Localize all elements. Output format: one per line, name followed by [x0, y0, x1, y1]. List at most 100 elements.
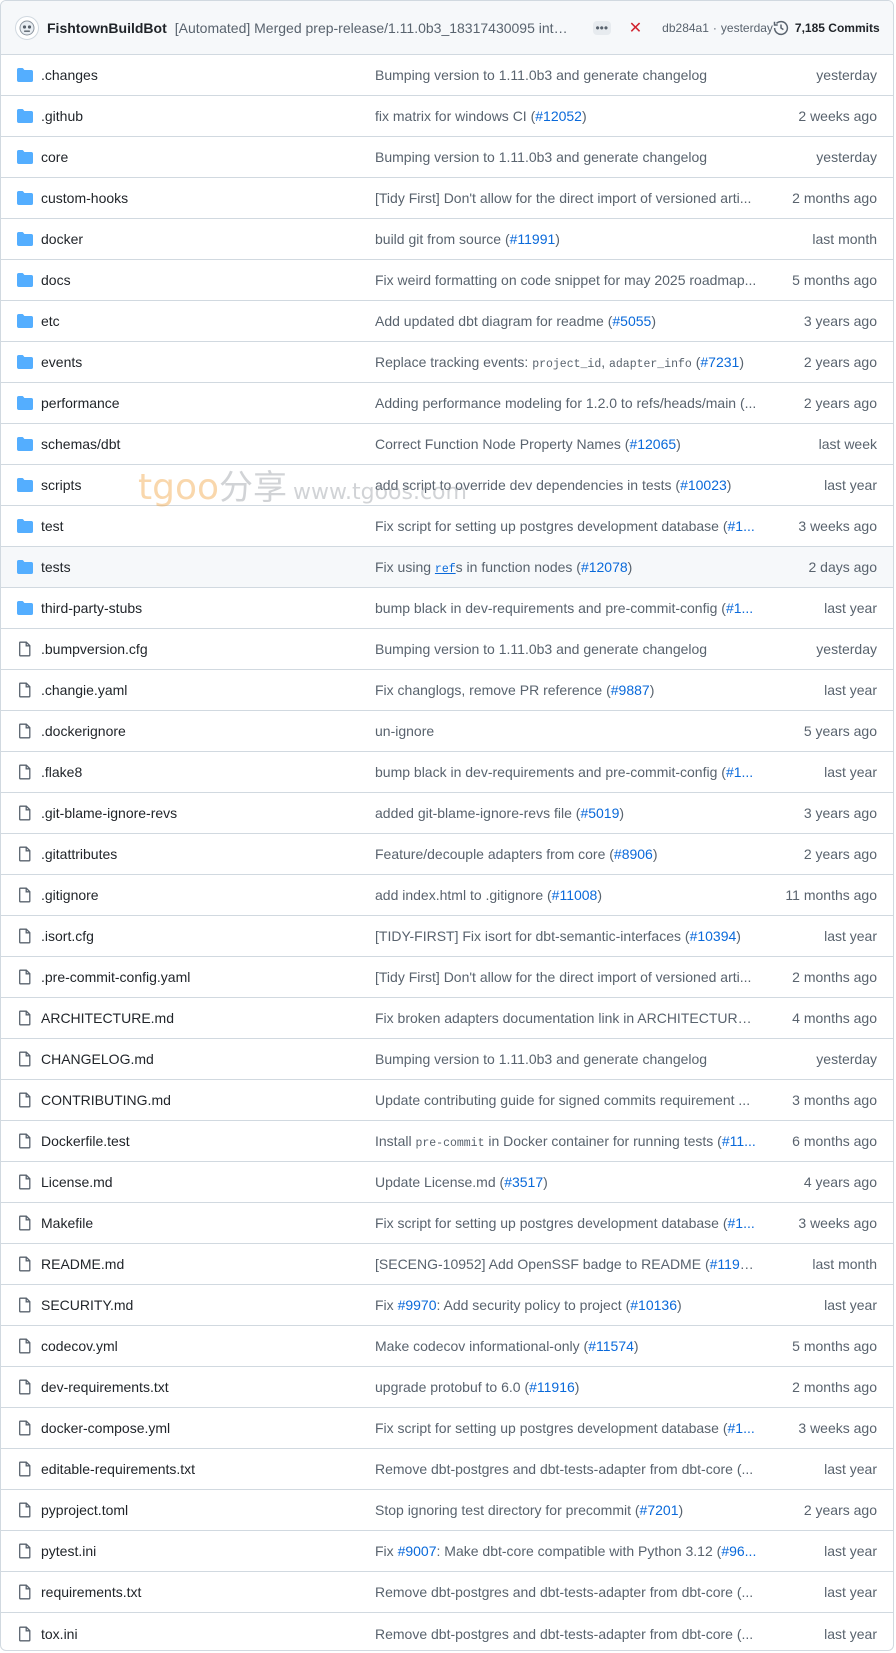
pr-link[interactable]: #1... [726, 764, 753, 780]
last-commit-message[interactable]: Remove dbt-postgres and dbt-tests-adapte… [375, 1461, 758, 1477]
last-commit-message[interactable]: [TIDY-FIRST] Fix isort for dbt-semantic-… [375, 928, 758, 944]
file-row[interactable]: editable-requirements.txt Remove dbt-post… [1, 1449, 893, 1490]
directory-row[interactable]: custom-hooks [Tidy First] Don't allow for… [1, 178, 893, 219]
last-commit-message[interactable]: [Tidy First] Don't allow for the direct … [375, 190, 758, 206]
directory-row[interactable]: .github fix matrix for windows CI (#12052… [1, 96, 893, 137]
last-commit-message[interactable]: [SECENG-10952] Add OpenSSF badge to READ… [375, 1256, 758, 1272]
file-row[interactable]: .isort.cfg [TIDY-FIRST] Fix isort for dbt… [1, 916, 893, 957]
last-commit-message[interactable]: fix matrix for windows CI (#12052) [375, 108, 758, 124]
item-name-link[interactable]: scripts [41, 477, 375, 493]
item-name-link[interactable]: CONTRIBUTING.md [41, 1092, 375, 1108]
item-name-link[interactable]: codecov.yml [41, 1338, 375, 1354]
file-row[interactable]: Dockerfile.test Install pre-commit in Doc… [1, 1121, 893, 1162]
pr-link[interactable]: #7231 [700, 354, 739, 370]
pr-link[interactable]: #5055 [612, 313, 651, 329]
item-name-link[interactable]: docker [41, 231, 375, 247]
item-name-link[interactable]: tests [41, 559, 375, 575]
pr-link[interactable]: #12078 [581, 559, 628, 575]
last-commit-message[interactable]: Adding performance modeling for 1.2.0 to… [375, 395, 758, 411]
file-row[interactable]: .gitignore add index.html to .gitignore (… [1, 875, 893, 916]
item-name-link[interactable]: .dockerignore [41, 723, 375, 739]
last-commit-message[interactable]: bump black in dev-requirements and pre-c… [375, 764, 758, 780]
last-commit-message[interactable]: Fix weird formatting on code snippet for… [375, 272, 758, 288]
file-row[interactable]: .changie.yaml Fix changlogs, remove PR re… [1, 670, 893, 711]
file-row[interactable]: pytest.ini Fix #9007: Make dbt-core compa… [1, 1531, 893, 1572]
directory-row[interactable]: tests Fix using refs in function nodes (#… [1, 547, 893, 588]
item-name-link[interactable]: dev-requirements.txt [41, 1379, 375, 1395]
file-row[interactable]: tox.ini Remove dbt-postgres and dbt-tests… [1, 1613, 893, 1650]
pr-link[interactable]: #96... [721, 1543, 756, 1559]
commit-sha[interactable]: db284a1 [662, 21, 709, 35]
directory-row[interactable]: etc Add updated dbt diagram for readme (#… [1, 301, 893, 342]
pr-link[interactable]: #11991 [510, 231, 556, 247]
last-commit-message[interactable]: Fix script for setting up postgres devel… [375, 1420, 758, 1436]
last-commit-message[interactable]: Update contributing guide for signed com… [375, 1092, 758, 1108]
file-row[interactable]: CONTRIBUTING.md Update contributing guide… [1, 1080, 893, 1121]
item-name-link[interactable]: third-party-stubs [41, 600, 375, 616]
last-commit-message[interactable]: Fix #9007: Make dbt-core compatible with… [375, 1543, 758, 1559]
avatar[interactable] [15, 15, 39, 40]
last-commit-message[interactable]: Fix using refs in function nodes (#12078… [375, 559, 758, 576]
pr-link[interactable]: #11574 [588, 1338, 634, 1354]
pr-link[interactable]: #10394 [690, 928, 737, 944]
item-name-link[interactable]: performance [41, 395, 375, 411]
pr-link[interactable]: #10023 [680, 477, 727, 493]
file-row[interactable]: .dockerignore un-ignore 5 years ago [1, 711, 893, 752]
last-commit-message[interactable]: Bumping version to 1.11.0b3 and generate… [375, 641, 758, 657]
item-name-link[interactable]: .isort.cfg [41, 928, 375, 944]
item-name-link[interactable]: tox.ini [41, 1626, 375, 1642]
commit-author[interactable]: FishtownBuildBot [47, 20, 167, 36]
item-name-link[interactable]: events [41, 354, 375, 370]
item-name-link[interactable]: ARCHITECTURE.md [41, 1010, 375, 1026]
pr-link[interactable]: #5019 [580, 805, 619, 821]
pr-link[interactable]: #10136 [630, 1297, 677, 1313]
x-icon[interactable]: ✕ [629, 18, 642, 38]
item-name-link[interactable]: .gitattributes [41, 846, 375, 862]
commit-message[interactable]: [Automated] Merged prep-release/1.11.0b3… [175, 20, 575, 36]
item-name-link[interactable]: CHANGELOG.md [41, 1051, 375, 1067]
item-name-link[interactable]: custom-hooks [41, 190, 375, 206]
file-row[interactable]: .flake8 bump black in dev-requirements an… [1, 752, 893, 793]
last-commit-message[interactable]: Update License.md (#3517) [375, 1174, 758, 1190]
file-row[interactable]: .pre-commit-config.yaml [Tidy First] Don'… [1, 957, 893, 998]
file-row[interactable]: SECURITY.md Fix #9970: Add security polic… [1, 1285, 893, 1326]
last-commit-message[interactable]: Add updated dbt diagram for readme (#505… [375, 313, 758, 329]
last-commit-message[interactable]: add index.html to .gitignore (#11008) [375, 887, 758, 903]
item-name-link[interactable]: .github [41, 108, 375, 124]
file-row[interactable]: dev-requirements.txt upgrade protobuf to … [1, 1367, 893, 1408]
file-row[interactable]: ARCHITECTURE.md Fix broken adapters docum… [1, 998, 893, 1039]
item-name-link[interactable]: docker-compose.yml [41, 1420, 375, 1436]
item-name-link[interactable]: pyproject.toml [41, 1502, 375, 1518]
last-commit-message[interactable]: Fix changlogs, remove PR reference (#988… [375, 682, 758, 698]
file-row[interactable]: requirements.txt Remove dbt-postgres and … [1, 1572, 893, 1613]
last-commit-message[interactable]: added git-blame-ignore-revs file (#5019) [375, 805, 758, 821]
last-commit-message[interactable]: Bumping version to 1.11.0b3 and generate… [375, 149, 758, 165]
item-name-link[interactable]: requirements.txt [41, 1584, 375, 1600]
item-name-link[interactable]: README.md [41, 1256, 375, 1272]
last-commit-message[interactable]: Replace tracking events: project_id, ada… [375, 354, 758, 371]
file-row[interactable]: Makefile Fix script for setting up postgr… [1, 1203, 893, 1244]
directory-row[interactable]: third-party-stubs bump black in dev-requi… [1, 588, 893, 629]
pr-link[interactable]: #9887 [611, 682, 650, 698]
file-row[interactable]: .bumpversion.cfg Bumping version to 1.11.… [1, 629, 893, 670]
item-name-link[interactable]: etc [41, 313, 375, 329]
item-name-link[interactable]: .git-blame-ignore-revs [41, 805, 375, 821]
directory-row[interactable]: performance Adding performance modeling f… [1, 383, 893, 424]
last-commit-message[interactable]: add script to override dev dependencies … [375, 477, 758, 493]
directory-row[interactable]: schemas/dbt Correct Function Node Propert… [1, 424, 893, 465]
pr-link[interactable]: #3517 [504, 1174, 543, 1190]
last-commit-message[interactable]: Fix broken adapters documentation link i… [375, 1010, 758, 1026]
pr-link[interactable]: #8906 [614, 846, 653, 862]
item-name-link[interactable]: License.md [41, 1174, 375, 1190]
file-row[interactable]: .git-blame-ignore-revs added git-blame-ig… [1, 793, 893, 834]
file-row[interactable]: codecov.yml Make codecov informational-on… [1, 1326, 893, 1367]
pr-link[interactable]: #11008 [552, 887, 598, 903]
pr-link[interactable]: #1... [728, 1215, 755, 1231]
commits-link[interactable]: 7,185 Commits [773, 20, 880, 36]
pr-link[interactable]: #9970 [398, 1297, 437, 1313]
pr-link[interactable]: #12052 [535, 108, 582, 124]
item-name-link[interactable]: docs [41, 272, 375, 288]
last-commit-message[interactable]: Remove dbt-postgres and dbt-tests-adapte… [375, 1584, 758, 1600]
item-name-link[interactable]: .flake8 [41, 764, 375, 780]
last-commit-message[interactable]: Stop ignoring test directory for precomm… [375, 1502, 758, 1518]
